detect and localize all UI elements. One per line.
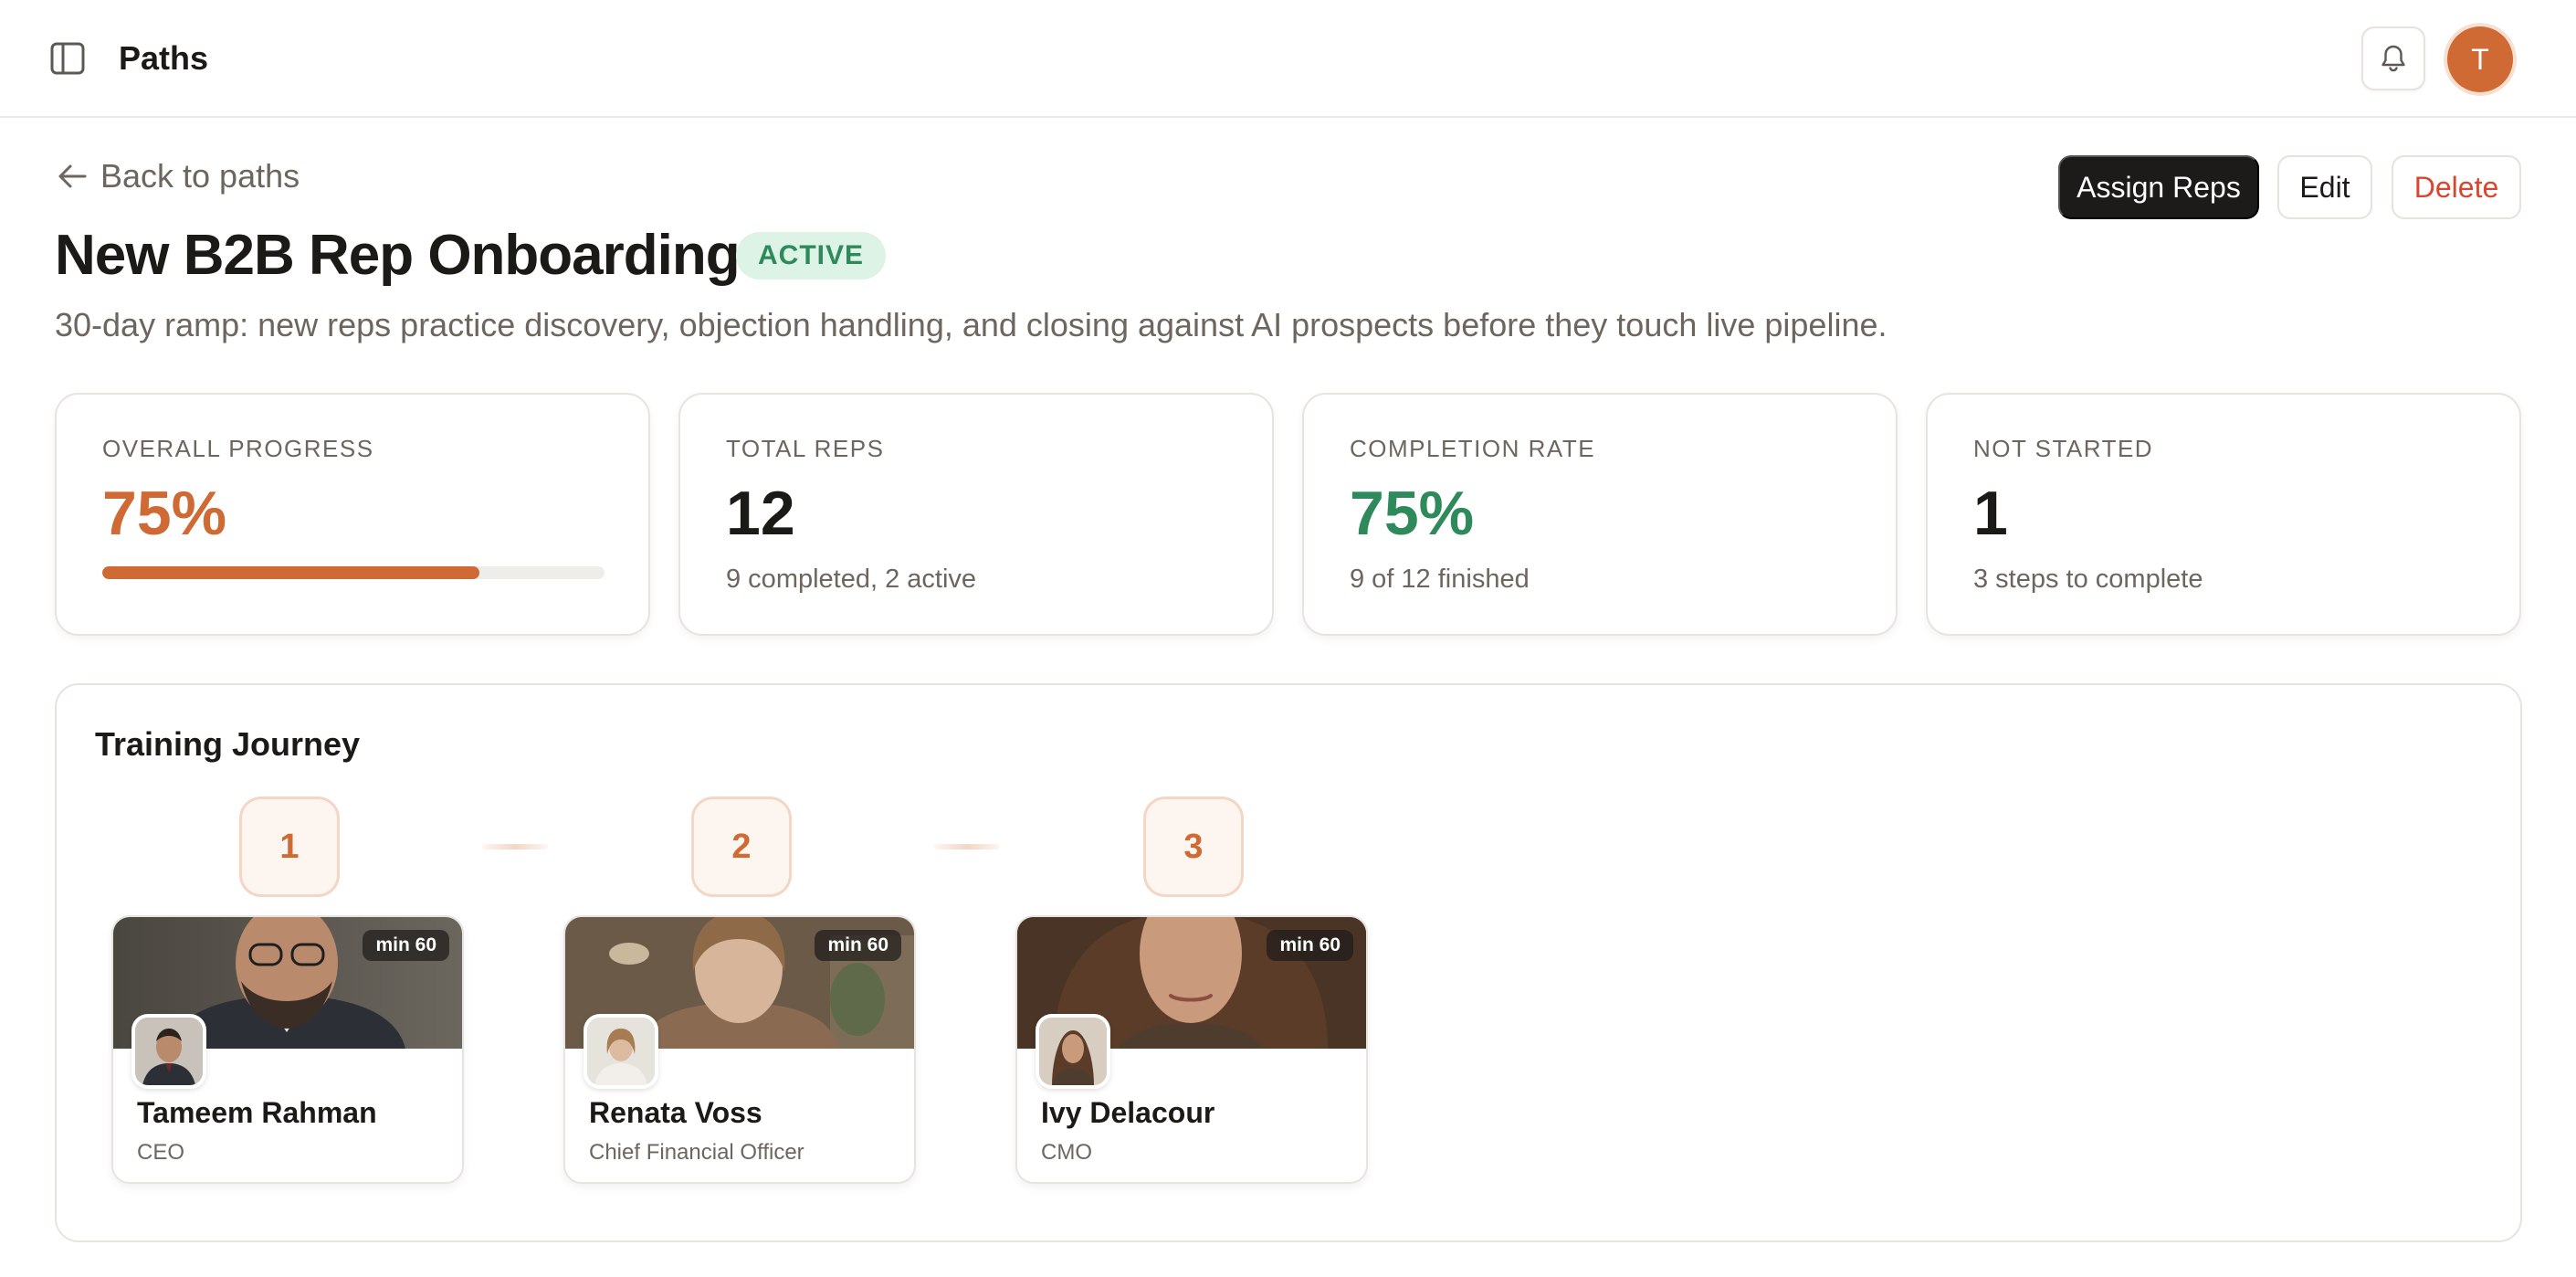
persona-role: CEO (137, 1140, 185, 1165)
persona-card-renata-voss[interactable]: min 60 Renata Voss Chief Financial Offic… (563, 915, 916, 1184)
step-connector (482, 844, 548, 850)
app-title: Paths (119, 39, 209, 77)
stat-label: TOTAL REPS (726, 435, 885, 462)
edit-button[interactable]: Edit (2277, 155, 2372, 219)
sidebar-toggle-button[interactable] (47, 40, 88, 77)
stat-subtext: 9 completed, 2 active (726, 565, 977, 594)
stat-card-completion-rate: COMPLETION RATE 75% 9 of 12 finished (1302, 393, 1898, 636)
persona-name: Tameem Rahman (137, 1096, 377, 1129)
persona-avatar (584, 1014, 658, 1089)
sidebar-toggle-icon (50, 42, 85, 75)
stat-card-total-reps: TOTAL REPS 12 9 completed, 2 active (678, 393, 1274, 636)
step-number-3: 3 (1143, 797, 1244, 897)
stat-label: COMPLETION RATE (1350, 435, 1596, 462)
persona-role: CMO (1041, 1140, 1092, 1165)
notifications-button[interactable] (2361, 26, 2425, 90)
stat-card-overall-progress: OVERALL PROGRESS 75% (55, 393, 650, 636)
page-description: 30-day ramp: new reps practice discovery… (55, 306, 1887, 343)
journey-title: Training Journey (95, 725, 361, 763)
stat-value: 75% (1350, 479, 1475, 548)
training-journey-panel: Training Journey 1 2 3 min 60 Tameem Rah… (55, 683, 2522, 1242)
user-avatar-button[interactable]: T (2447, 26, 2513, 92)
top-bar: Paths T (0, 0, 2576, 118)
duration-badge: min 60 (1267, 930, 1353, 961)
progress-bar-fill (102, 566, 479, 579)
stat-subtext: 3 steps to complete (1973, 565, 2203, 594)
arrow-left-icon (58, 164, 87, 188)
persona-card-tameem-rahman[interactable]: min 60 Tameem Rahman CEO (111, 915, 464, 1184)
progress-bar (102, 566, 605, 579)
duration-badge: min 60 (815, 930, 901, 961)
stat-card-not-started: NOT STARTED 1 3 steps to complete (1926, 393, 2521, 636)
stat-value: 12 (726, 479, 795, 548)
step-number-1: 1 (239, 797, 340, 897)
persona-name: Renata Voss (589, 1096, 762, 1129)
stat-label: NOT STARTED (1973, 435, 2154, 462)
persona-avatar (1036, 1014, 1110, 1089)
page-title: New B2B Rep Onboarding (55, 224, 741, 287)
assign-reps-button[interactable]: Assign Reps (2058, 155, 2259, 219)
delete-button[interactable]: Delete (2392, 155, 2521, 219)
persona-avatar (131, 1014, 206, 1089)
back-to-paths-link[interactable]: Back to paths (57, 157, 300, 195)
step-number-2: 2 (691, 797, 792, 897)
stat-value: 75% (102, 479, 227, 548)
stat-label: OVERALL PROGRESS (102, 435, 374, 462)
persona-card-ivy-delacour[interactable]: min 60 Ivy Delacour CMO (1015, 915, 1368, 1184)
duration-badge: min 60 (363, 930, 449, 961)
back-link-label: Back to paths (100, 157, 300, 195)
stat-value: 1 (1973, 479, 2008, 548)
bell-icon (2381, 45, 2405, 72)
stat-subtext: 9 of 12 finished (1350, 565, 1530, 594)
persona-name: Ivy Delacour (1041, 1096, 1215, 1129)
status-badge: ACTIVE (736, 232, 887, 280)
step-connector (934, 844, 1000, 850)
persona-role: Chief Financial Officer (589, 1140, 804, 1165)
